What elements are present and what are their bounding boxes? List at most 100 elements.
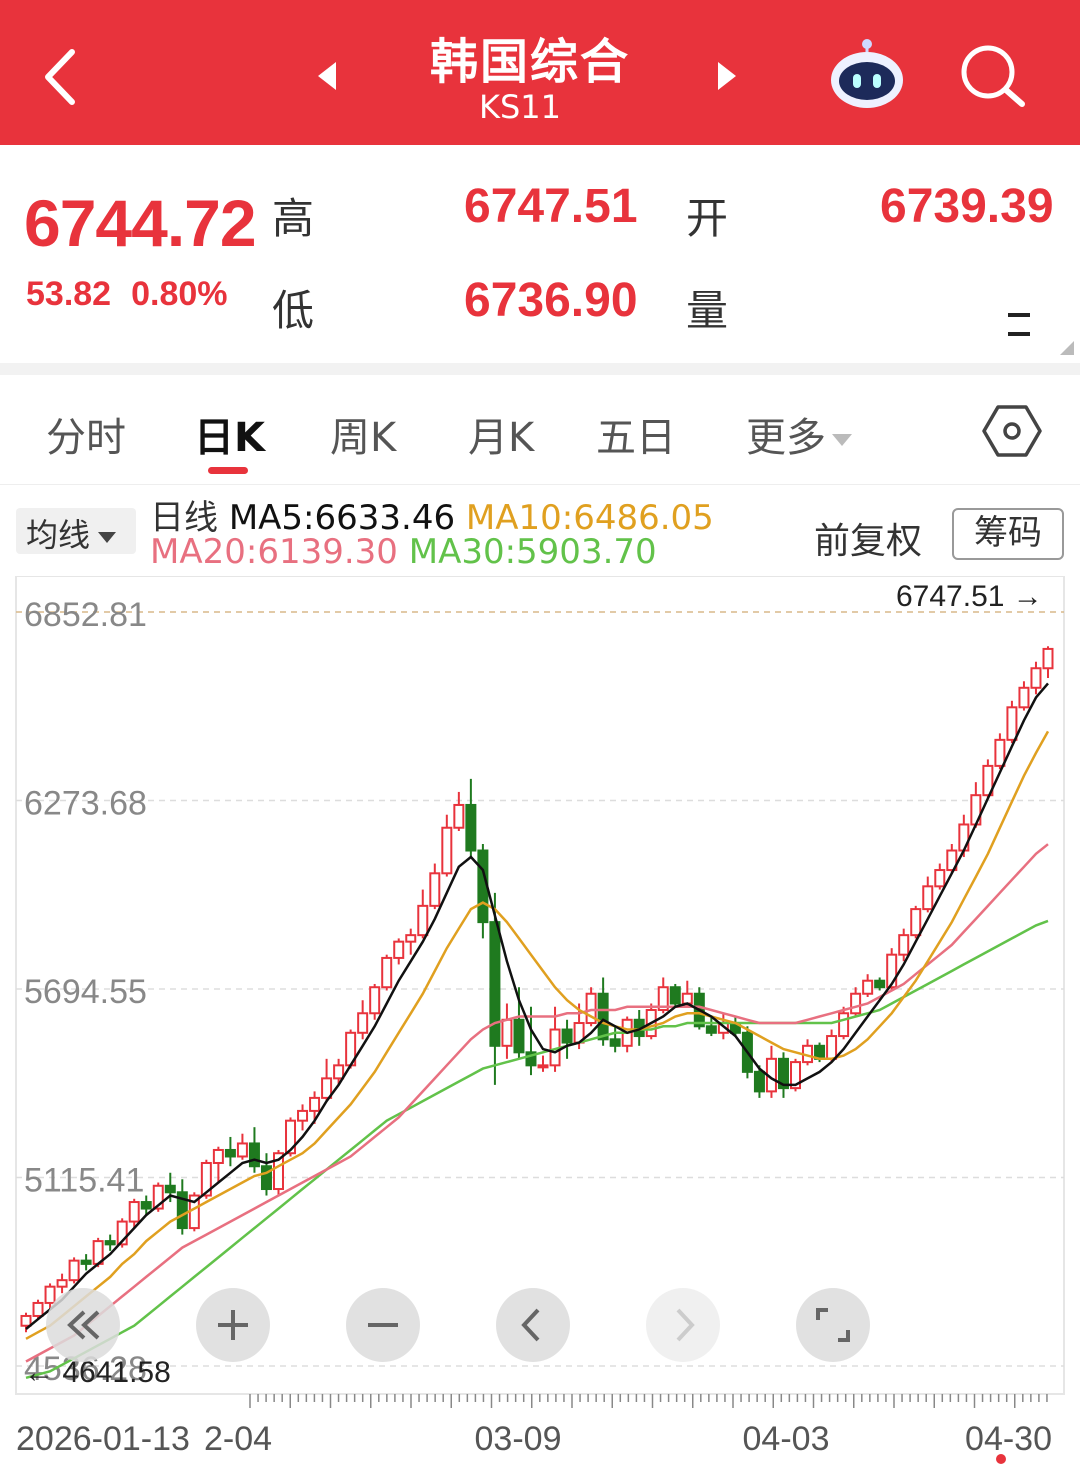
triangle-right-icon[interactable] [716, 60, 738, 92]
settings-hexagon-icon[interactable] [982, 403, 1042, 459]
ma-select-label: 均线 [26, 516, 91, 554]
volume-value [1008, 302, 1062, 336]
candle-body [453, 803, 465, 829]
quote-panel: 6744.72 53.82 0.80% 高 6747.51 开 6739.39 低… [0, 145, 1080, 363]
section-divider [0, 363, 1080, 375]
adjust-mode-label[interactable]: 前复权 [814, 512, 922, 564]
zoom-minus-button[interactable] [346, 1288, 420, 1362]
ma30-value: MA30:5903.70 [408, 532, 657, 572]
change-percent: 0.80% [131, 275, 228, 313]
candle-body [681, 992, 693, 1005]
x-tick-label: 2026-01-13 [16, 1420, 190, 1458]
candle-body [874, 979, 886, 989]
candle-body [753, 1070, 765, 1093]
scroll-right-button[interactable] [646, 1288, 720, 1362]
caret-down-icon [98, 531, 117, 543]
ma20-line [25, 843, 1049, 1363]
plot-frame [15, 576, 1065, 1395]
y-tick-label: 6852.81 [24, 596, 147, 634]
fullscreen-button[interactable] [796, 1288, 870, 1362]
last-price: 6744.72 [24, 186, 257, 260]
ma-type-select[interactable]: 均线 [16, 508, 136, 554]
candle-body [128, 1201, 140, 1223]
triangle-left-icon[interactable] [316, 60, 338, 92]
high-value: 6747.51 [464, 180, 638, 233]
y-tick-label: 6273.68 [24, 784, 147, 822]
index-code: KS11 [478, 88, 561, 126]
double-chevron-left-icon [67, 1310, 100, 1340]
candle-body [501, 1018, 513, 1047]
candle-body [405, 934, 417, 943]
low-value: 6736.90 [464, 274, 638, 327]
expand-corner-icon[interactable] [1060, 341, 1074, 355]
candle-body [862, 979, 874, 995]
candle-body [164, 1184, 176, 1194]
tab-five-day[interactable]: 五日 [596, 405, 676, 463]
plus-icon [218, 1310, 248, 1340]
volume-label: 量 [686, 286, 729, 335]
period-tabs: 分时 日K 周K 月K 五日 更多 [0, 375, 1080, 485]
chevron-left-icon[interactable] [34, 42, 94, 112]
tab-weekly-k[interactable]: 周K [330, 405, 396, 463]
candle-body [465, 803, 477, 852]
candle-body [56, 1279, 68, 1288]
price-change: 53.82 0.80% [26, 275, 248, 314]
candle-body [597, 992, 609, 1041]
candle-body [934, 869, 946, 888]
candle-body [80, 1259, 92, 1265]
candle-body [20, 1314, 32, 1327]
tab-more[interactable]: 更多 [746, 405, 852, 463]
max-price-label: 6747.51 → [896, 580, 1043, 613]
candle-body [248, 1142, 260, 1168]
x-tick-label: 03-09 [475, 1420, 562, 1458]
chevron-left-icon [521, 1308, 540, 1342]
change-value: 53.82 [26, 275, 112, 313]
candle-body [705, 1025, 717, 1034]
candle-body [669, 986, 681, 1005]
low-label: 低 [272, 286, 315, 335]
candle-body [357, 1012, 369, 1034]
candle-body [1030, 667, 1042, 689]
scroll-left-button[interactable] [496, 1288, 570, 1362]
ma-line-2: MA20:6139.30 MA30:5903.70 [150, 532, 657, 572]
candle-body [140, 1201, 152, 1210]
candle-body [994, 738, 1006, 767]
search-icon[interactable] [956, 40, 1028, 112]
caret-down-icon [832, 434, 852, 446]
candle-body [441, 826, 453, 875]
page-indicator-dot [996, 1454, 1006, 1464]
tab-daily-k[interactable]: 日K [194, 405, 265, 463]
candle-body [393, 940, 405, 959]
chevron-right-icon [676, 1308, 695, 1342]
x-tick-label: 04-30 [965, 1420, 1052, 1458]
candle-body [1042, 647, 1054, 670]
ma10-line [25, 730, 1050, 1340]
tab-more-label: 更多 [746, 415, 826, 461]
candle-body [609, 1038, 621, 1047]
y-tick-label: 5115.41 [24, 1162, 144, 1200]
minus-icon [368, 1323, 398, 1327]
candle-body [1018, 686, 1030, 709]
robot-assistant-icon[interactable] [826, 36, 908, 110]
tab-fenshi[interactable]: 分时 [46, 405, 126, 463]
candle-body [32, 1301, 44, 1317]
ma5-line [25, 682, 1049, 1330]
ma-indicator-bar: 均线 日线 MA5:6633.46 MA10:6486.05 MA20:6139… [0, 486, 1080, 576]
zoom-out-history-button[interactable] [46, 1288, 120, 1362]
open-value: 6739.39 [880, 180, 1054, 233]
candle-body [309, 1096, 321, 1112]
page-title: 韩国综合 [429, 34, 630, 90]
candle-body [297, 1109, 309, 1122]
candle-body [561, 1028, 573, 1044]
x-tick-label: 2-04 [204, 1420, 272, 1458]
app-header: 韩国综合 KS11 [0, 0, 1080, 145]
tab-monthly-k[interactable]: 月K [468, 405, 534, 463]
candle-body [537, 1064, 549, 1069]
candle-body [910, 908, 922, 937]
ma20-value: MA20:6139.30 [150, 532, 398, 572]
candle-body [489, 921, 501, 1047]
zoom-in-button[interactable] [196, 1288, 270, 1362]
chip-distribution-button[interactable]: 筹码 [952, 508, 1064, 560]
candle-body [417, 904, 429, 937]
candle-body [68, 1259, 80, 1282]
